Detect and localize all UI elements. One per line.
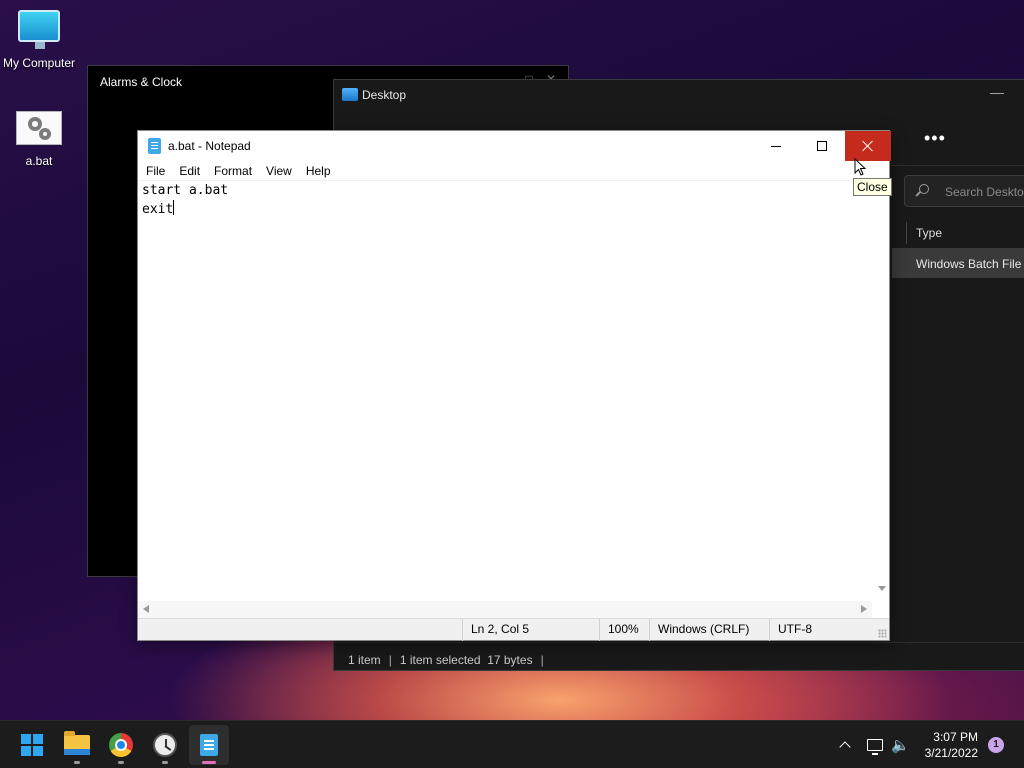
divider bbox=[334, 642, 1024, 643]
desktop-icon-label: a.bat bbox=[25, 154, 53, 168]
notepad-icon bbox=[148, 138, 161, 154]
running-indicator bbox=[162, 761, 168, 764]
taskbar: 🔈 3:07 PM 3/21/2022 1 bbox=[0, 720, 1024, 768]
notification-button[interactable]: 1 bbox=[988, 721, 1004, 768]
batch-file-icon bbox=[16, 111, 62, 145]
status-line-ending: Windows (CRLF) bbox=[649, 619, 749, 641]
search-input[interactable]: Search Desktop bbox=[904, 175, 1024, 207]
running-indicator bbox=[74, 761, 80, 764]
maximize-button[interactable] bbox=[799, 131, 845, 161]
notepad-window[interactable]: a.bat - Notepad File Edit Format View He… bbox=[137, 130, 891, 641]
explorer-titlebar[interactable]: Desktop — bbox=[334, 80, 1024, 110]
scroll-down-arrow[interactable] bbox=[878, 586, 886, 591]
editor-line: exit bbox=[142, 202, 174, 217]
search-icon bbox=[919, 184, 929, 194]
taskbar-notepad[interactable] bbox=[189, 725, 229, 765]
desktop-icon-label: My Computer bbox=[2, 56, 76, 70]
taskbar-alarms-clock[interactable] bbox=[145, 725, 185, 765]
horizontal-scrollbar[interactable] bbox=[138, 601, 872, 618]
minimize-button[interactable] bbox=[753, 131, 799, 161]
menu-view[interactable]: View bbox=[259, 161, 299, 180]
column-separator[interactable] bbox=[906, 222, 907, 244]
folder-icon bbox=[64, 731, 90, 755]
windows-logo-icon bbox=[21, 734, 43, 756]
status-position: Ln 2, Col 5 bbox=[462, 619, 529, 641]
status-selected: 1 item selected bbox=[399, 653, 481, 667]
scroll-left-arrow[interactable] bbox=[143, 605, 149, 613]
maximize-icon bbox=[817, 141, 827, 151]
notepad-titlebar[interactable]: a.bat - Notepad bbox=[138, 131, 891, 161]
network-button[interactable] bbox=[867, 721, 883, 768]
menu-edit[interactable]: Edit bbox=[172, 161, 207, 180]
search-placeholder: Search Desktop bbox=[945, 185, 1024, 199]
notepad-status-bar: Ln 2, Col 5 100% Windows (CRLF) UTF-8 bbox=[138, 618, 889, 641]
clock-button[interactable]: 3:07 PM 3/21/2022 bbox=[922, 721, 978, 768]
monitor-icon bbox=[18, 10, 60, 49]
window-title: a.bat - Notepad bbox=[168, 139, 251, 153]
desktop-icon-my-computer[interactable]: My Computer bbox=[0, 10, 78, 70]
chrome-icon bbox=[109, 733, 133, 757]
close-icon bbox=[862, 140, 874, 152]
minimize-icon bbox=[771, 145, 781, 147]
window-title: Alarms & Clock bbox=[100, 75, 183, 89]
menu-format[interactable]: Format bbox=[207, 161, 259, 180]
text-caret bbox=[173, 200, 175, 215]
network-icon bbox=[867, 739, 883, 755]
taskbar-file-explorer[interactable] bbox=[57, 725, 97, 765]
window-title: Desktop bbox=[362, 88, 407, 102]
more-options-button[interactable]: ••• bbox=[924, 128, 946, 149]
status-size: 17 bytes bbox=[487, 653, 533, 667]
menu-file[interactable]: File bbox=[139, 161, 172, 180]
text-editor[interactable]: start a.bat exit bbox=[142, 182, 871, 600]
menu-bar: File Edit Format View Help bbox=[138, 161, 889, 181]
close-tooltip: Close bbox=[853, 178, 892, 196]
running-indicator bbox=[202, 761, 216, 764]
editor-line: start a.bat bbox=[142, 183, 229, 198]
status-zoom: 100% bbox=[599, 619, 639, 641]
running-indicator bbox=[118, 761, 124, 764]
column-header-type[interactable]: Type bbox=[916, 226, 942, 240]
scroll-right-arrow[interactable] bbox=[861, 605, 867, 613]
clock-date: 3/21/2022 bbox=[924, 746, 978, 760]
explorer-status-bar: 1 item | 1 item selected 17 bytes | bbox=[348, 653, 544, 667]
menu-help[interactable]: Help bbox=[299, 161, 338, 180]
show-hidden-icons-button[interactable] bbox=[839, 721, 851, 768]
minimize-button[interactable]: — bbox=[990, 84, 1004, 100]
clock-icon bbox=[153, 733, 177, 757]
desktop-icon-a-bat[interactable]: a.bat bbox=[0, 111, 78, 168]
start-button[interactable] bbox=[12, 725, 52, 765]
clock-time: 3:07 PM bbox=[933, 730, 978, 744]
notepad-icon bbox=[200, 734, 218, 756]
file-type-cell: Windows Batch File bbox=[916, 257, 1022, 271]
explorer-icon bbox=[342, 88, 358, 101]
taskbar-chrome[interactable] bbox=[101, 725, 141, 765]
status-encoding: UTF-8 bbox=[769, 619, 812, 641]
volume-icon: 🔈 bbox=[891, 736, 910, 754]
notification-badge: 1 bbox=[988, 737, 1004, 753]
close-button[interactable] bbox=[845, 131, 891, 161]
chevron-up-icon bbox=[839, 741, 851, 753]
volume-button[interactable]: 🔈 bbox=[891, 721, 910, 768]
resize-grip[interactable] bbox=[878, 629, 887, 638]
status-item-count: 1 item bbox=[348, 653, 381, 667]
